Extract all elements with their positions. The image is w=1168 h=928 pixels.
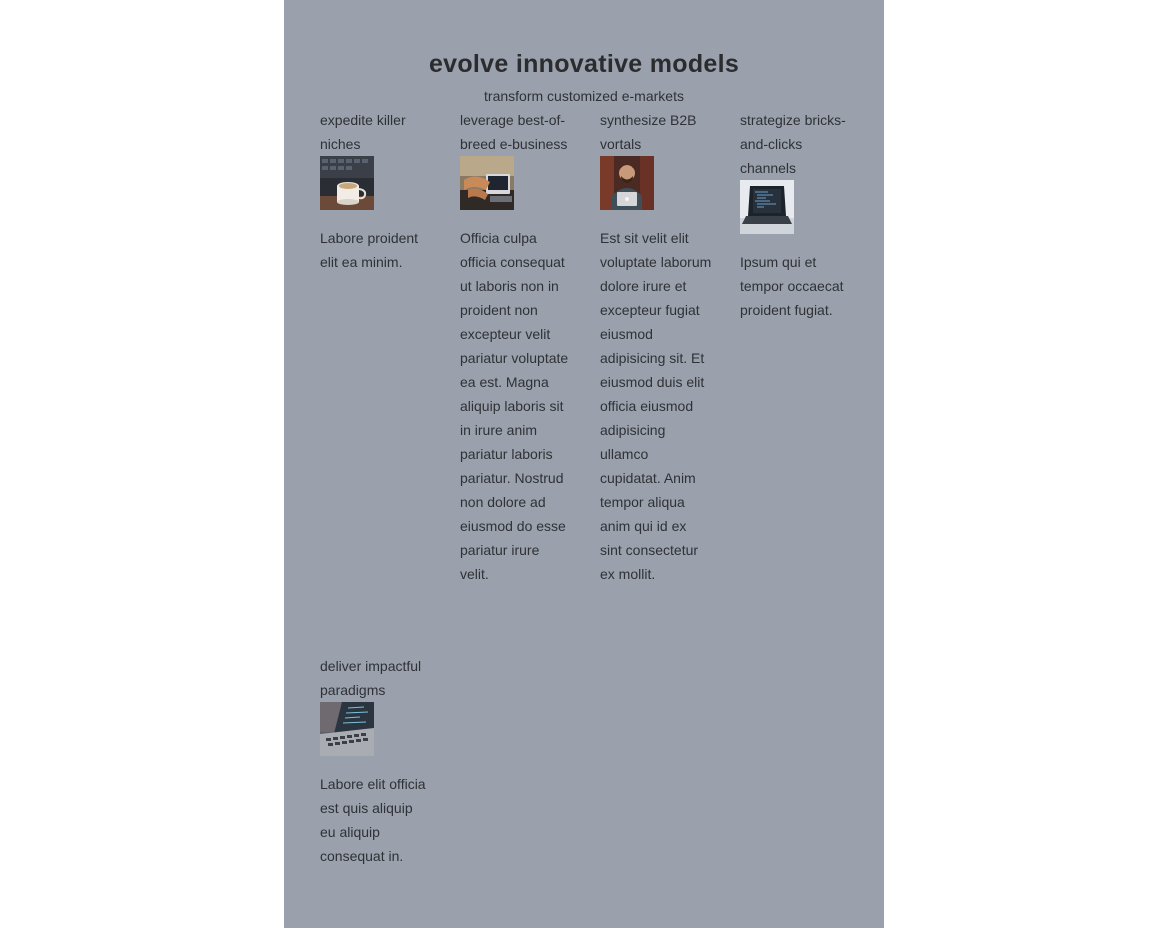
card-heading: expedite killer niches	[320, 112, 406, 152]
feature-card: leverage best-of-breed e-business Offici…	[460, 108, 572, 586]
card-body: Officia culpa officia consequat ut labor…	[460, 230, 569, 582]
laptop-code-screen-photo	[740, 180, 794, 234]
card-body: Est sit velit elit voluptate laborum dol…	[600, 230, 712, 582]
hands-typing-laptop-photo	[460, 156, 514, 210]
feature-card: strategize bricks-and-clicks channels Ip…	[740, 108, 852, 322]
feature-card: deliver impactful paradigms Labore elit …	[320, 654, 432, 868]
feature-card: expedite killer niches Labore proident e…	[320, 108, 432, 274]
card-body: Labore proident elit ea minim.	[320, 230, 419, 270]
feature-card: synthesize B2B vortals Est sit velit eli…	[600, 108, 712, 586]
card-heading: leverage best-of-breed e-business	[460, 112, 568, 152]
page-title: evolve innovative models	[428, 50, 740, 78]
page-container: evolve innovative models transform custo…	[284, 0, 884, 928]
page-subtitle: transform customized e-markets	[484, 88, 684, 104]
card-body: Ipsum qui et tempor occaecat proident fu…	[740, 254, 844, 318]
coffee-mug-keyboard-photo	[320, 156, 374, 210]
man-smiling-laptop-photo	[600, 156, 654, 210]
laptop-keyboard-closeup-photo	[320, 702, 374, 756]
card-heading: synthesize B2B vortals	[600, 112, 697, 152]
card-body: Labore elit officia est quis aliquip eu …	[320, 776, 426, 864]
card-heading: strategize bricks-and-clicks channels	[740, 112, 846, 176]
card-heading: deliver impactful paradigms	[320, 658, 422, 698]
